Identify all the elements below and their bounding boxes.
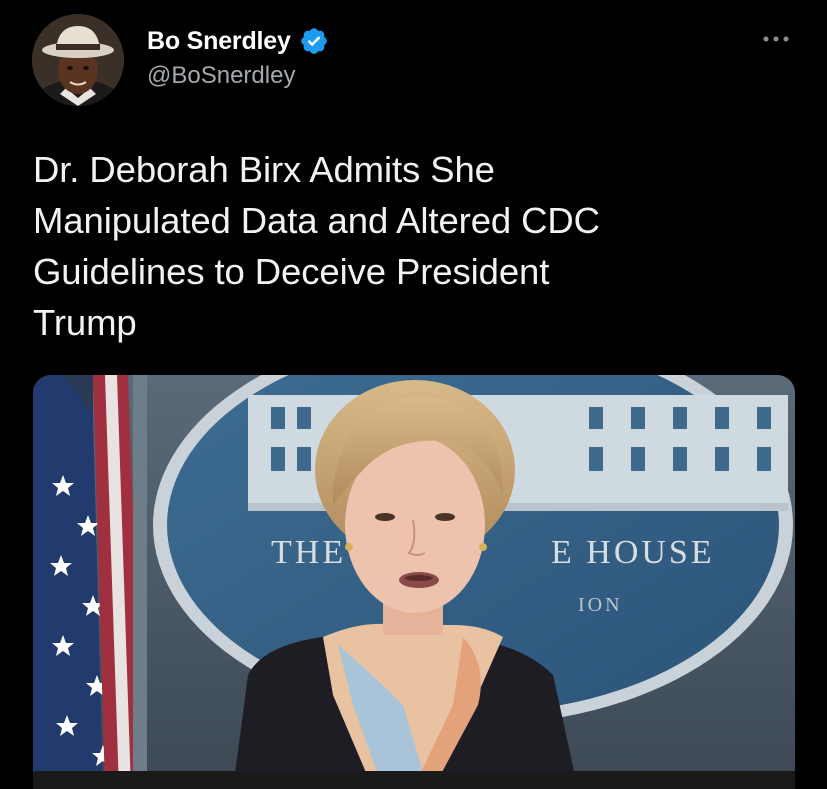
author-name-row: Bo Snerdley [147, 24, 329, 58]
sign-text-left: THE [271, 534, 346, 571]
author-handle[interactable]: @BoSnerdley [147, 62, 295, 90]
more-options-button[interactable] [756, 26, 796, 52]
author-avatar[interactable] [32, 14, 124, 106]
more-horizontal-icon [763, 36, 789, 42]
sign-text-lower: ION [578, 594, 623, 616]
avatar-image [32, 14, 124, 106]
press-briefing-photo: THE E HOUSE ION [33, 375, 795, 789]
verified-badge-icon [299, 26, 329, 56]
author-display-name[interactable]: Bo Snerdley [147, 27, 291, 56]
tweet-media-image[interactable]: THE E HOUSE ION [33, 375, 795, 789]
tweet-text: Dr. Deborah Birx Admits She Manipulated … [33, 149, 600, 343]
tweet-card: Bo Snerdley @BoSnerdley Dr. Deborah Birx… [0, 0, 827, 789]
sign-text-right: E HOUSE [551, 534, 715, 571]
